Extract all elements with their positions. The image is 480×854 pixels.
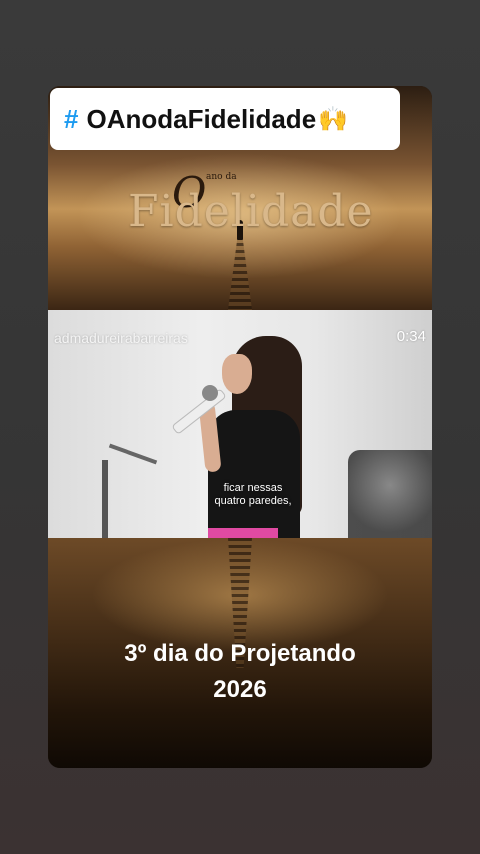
video-duration: 0:34 — [396, 328, 426, 345]
embedded-video[interactable]: admadureirabarreiras 0:34 ficar nessas q… — [48, 310, 432, 538]
hashtag-icon: # — [64, 103, 79, 134]
microphone-head — [202, 385, 218, 401]
mic-stand-arm — [108, 443, 158, 465]
speaker-skirt — [208, 528, 278, 538]
drum-kit — [348, 450, 432, 538]
story-caption: 3º dia do Projetando 2026 — [48, 636, 432, 708]
hashtag-text: OAnodaFidelidade — [86, 103, 317, 134]
speaker-face — [222, 354, 252, 394]
video-account-watermark: admadureirabarreiras — [54, 330, 188, 346]
logo-title: Fidelidade — [128, 186, 374, 237]
story-caption-line-2: 2026 — [213, 676, 267, 703]
video-caption: ficar nessas quatro paredes, — [198, 482, 308, 508]
story-caption-line-1: 3º dia do Projetando — [124, 640, 356, 667]
story-card[interactable]: O ano da Fidelidade # OAnodaFidelidade 🙌… — [48, 86, 432, 768]
caption-line-2: quatro paredes, — [214, 495, 292, 507]
caption-line-1: ficar nessas — [223, 482, 283, 494]
mic-stand — [102, 460, 108, 538]
logo-subtext: ano da — [206, 172, 237, 182]
hashtag-sticker[interactable]: # OAnodaFidelidade 🙌 — [50, 88, 400, 150]
speaker-body — [208, 410, 300, 538]
raising-hands-icon: 🙌 — [318, 105, 349, 133]
